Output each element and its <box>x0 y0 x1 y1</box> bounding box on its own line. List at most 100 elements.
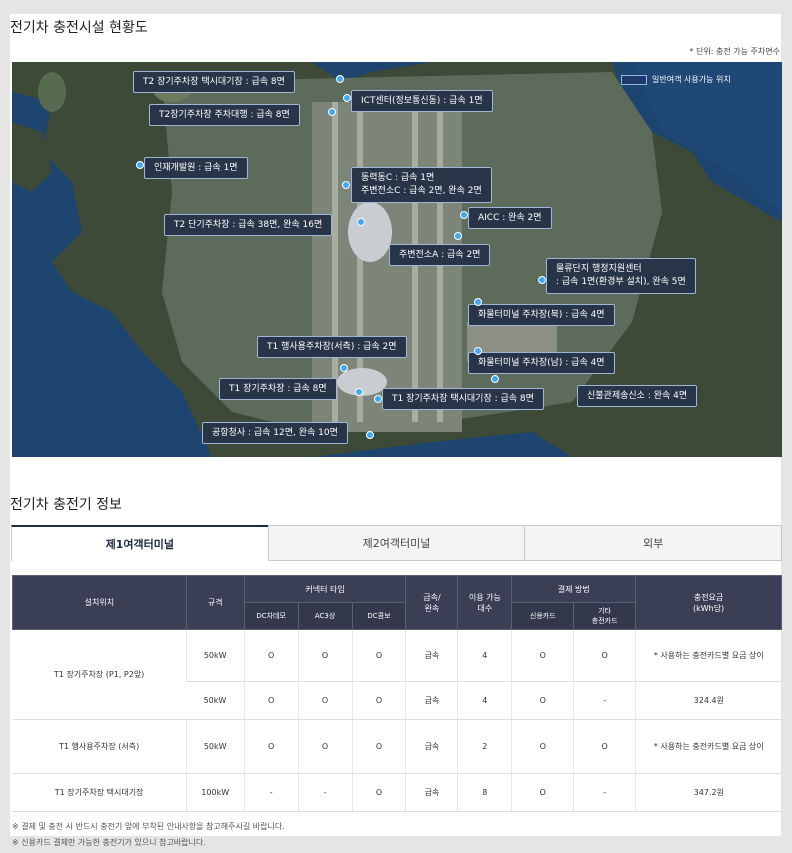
header-credit: 신용카드 <box>511 602 575 630</box>
map-label-cargo-n[interactable]: 화물터미널 주차장(북) : 급속 4면 <box>468 304 615 326</box>
header-fee: 충전요금 (kWh당) <box>635 575 782 630</box>
map-label-t1-admin[interactable]: T1 행사용주차장(서측) : 급속 2면 <box>257 336 407 358</box>
cell-credit: O <box>511 719 574 774</box>
tab-terminal-2[interactable]: 제2여객터미널 <box>267 525 526 561</box>
map-label-ict[interactable]: ICT센터(정보통신동) : 급속 1면 <box>351 90 493 112</box>
header-location: 설치위치 <box>12 575 187 630</box>
cell-other-card: - <box>573 773 636 812</box>
tab-terminal-1[interactable]: 제1여객터미널 <box>11 525 269 561</box>
map-label-line: 물류단지 행정지원센터 <box>556 264 642 274</box>
cell-count: 4 <box>457 629 512 682</box>
map-label-power-c[interactable]: 동력동C : 급속 1면 주변전소C : 급속 2면, 완속 2면 <box>351 167 492 203</box>
map-marker[interactable] <box>342 181 350 189</box>
map-label-t2-short[interactable]: T2 단기주차장 : 급속 38면, 완속 16면 <box>164 214 333 236</box>
table-row: T1 장기주차장 (P1, P2앞) 50kW O O O 급속 4 O O *… <box>12 629 782 720</box>
cell-ac3: O <box>297 719 353 774</box>
map-marker[interactable] <box>357 218 365 226</box>
cell-credit: O <box>511 773 574 812</box>
cell-fee: 347.2원 <box>635 773 782 812</box>
map-marker[interactable] <box>460 211 468 219</box>
table-row: T1 장기주차장 택시대기장 100kW - - O 급속 8 O - 347.… <box>12 773 782 812</box>
cell-dc-combo: O <box>351 629 406 682</box>
cell-credit: O <box>511 629 574 682</box>
map-label-office[interactable]: 공항청사 : 급속 12면, 완속 10면 <box>202 422 348 444</box>
map-marker[interactable] <box>355 388 363 396</box>
header-ac3: AC3상 <box>297 602 353 630</box>
map-marker[interactable] <box>336 75 344 83</box>
header-dc-combo: DC콤보 <box>351 602 407 630</box>
cell-other-card: - <box>573 681 636 720</box>
cell-spec: 50kW <box>186 681 245 720</box>
cell-fee: * 사용하는 충전카드별 요금 상이 <box>635 719 782 774</box>
cell-credit: O <box>511 681 574 720</box>
map-label-line: 주변전소C : 급속 2면, 완속 2면 <box>361 186 482 196</box>
cell-location: T1 장기주차장 택시대기장 <box>12 773 187 812</box>
map-label-cargo-s[interactable]: 화물터미널 주차장(남) : 급속 4면 <box>468 352 615 374</box>
cell-dc-combo: O <box>351 719 406 774</box>
map-marker[interactable] <box>538 276 546 284</box>
cell-speed: 급속 <box>405 773 458 812</box>
cell-other-card: O <box>573 629 636 682</box>
page-title: 전기차 충전시설 현황도 <box>10 20 148 36</box>
terminal-tabs: 제1여객터미널 제2여객터미널 외부 <box>11 525 783 561</box>
map-marker[interactable] <box>343 94 351 102</box>
map-marker[interactable] <box>366 431 374 439</box>
header-connector: 커넥터 타입 <box>243 575 407 603</box>
map-marker[interactable] <box>340 364 348 372</box>
cell-ac3: - <box>297 773 353 812</box>
map-marker[interactable] <box>491 375 499 383</box>
map-label-ctrl[interactable]: 신불관제송신소 : 완속 4면 <box>577 385 698 407</box>
cell-speed: 급속 <box>405 629 458 682</box>
map-label-t1-long[interactable]: T1 장기주차장 : 급속 8면 <box>219 378 337 400</box>
map-label-t2-valet[interactable]: T2장기주차장 주차대행 : 급속 8면 <box>149 104 300 126</box>
map-label-sub-a[interactable]: 주변전소A : 급속 2면 <box>389 244 491 266</box>
cell-spec: 100kW <box>185 773 245 812</box>
map-label-hr[interactable]: 인재개발원 : 급속 1면 <box>144 157 248 179</box>
map-legend: 일반여객 사용가능 위치 <box>621 74 731 85</box>
header-speed: 급속/ 완속 <box>405 575 459 630</box>
unit-note: * 단위: 충전 가능 주차면수 <box>689 47 780 56</box>
map-label-t1-taxi[interactable]: T1 장기주차장 택시대기장 : 급속 8면 <box>382 388 544 410</box>
cell-count: 4 <box>457 681 512 720</box>
map-marker[interactable] <box>454 232 462 240</box>
map-label-line: 동력동C : 급속 1면 <box>361 173 435 183</box>
legend-label: 일반여객 사용가능 위치 <box>652 75 731 84</box>
tab-external[interactable]: 외부 <box>524 525 783 561</box>
cell-count: 8 <box>457 773 512 812</box>
header-spec: 규격 <box>185 575 245 630</box>
map-label-logistics[interactable]: 물류단지 행정지원센터 : 급속 1면(환경부 설치), 완속 5면 <box>546 258 696 294</box>
cell-location: T1 행사용주차장 (서측) <box>12 719 187 774</box>
airport-map: 일반여객 사용가능 위치 T2 장기주차장 택시대기장 : 급속 8면 T2장기… <box>12 62 782 457</box>
header-count: 이용 가능 대수 <box>457 575 513 630</box>
map-label-t2-taxi[interactable]: T2 장기주차장 택시대기장 : 급속 8면 <box>133 71 295 93</box>
cell-fee: 324.4원 <box>635 681 782 720</box>
header-payment: 결제 방법 <box>511 575 637 603</box>
cell-fee: * 사용하는 충전카드별 요금 상이 <box>635 629 782 682</box>
section-title: 전기차 충전기 정보 <box>10 497 122 513</box>
cell-spec: 50kW <box>185 629 245 682</box>
cell-ac3: O <box>297 681 353 720</box>
cell-dc-combo: O <box>351 773 406 812</box>
cell-speed: 급속 <box>405 719 458 774</box>
map-label-aicc[interactable]: AICC : 완속 2면 <box>468 207 552 229</box>
map-marker[interactable] <box>374 395 382 403</box>
cell-speed: 급속 <box>405 681 458 720</box>
cell-other-card: O <box>573 719 636 774</box>
cell-dc-chademo: - <box>243 773 299 812</box>
map-marker[interactable] <box>474 347 482 355</box>
map-marker[interactable] <box>474 298 482 306</box>
map-marker[interactable] <box>328 108 336 116</box>
header-dc-chademo: DC차데모 <box>243 602 299 630</box>
table-row: T1 행사용주차장 (서측) 50kW O O O 급속 2 O O * 사용하… <box>12 719 782 774</box>
charger-table: 설치위치 규격 커넥터 타입 급속/ 완속 이용 가능 대수 결제 방법 충전요… <box>12 575 782 812</box>
cell-location: T1 장기주차장 (P1, P2앞) <box>12 629 187 720</box>
cell-dc-chademo: O <box>243 681 299 720</box>
cell-spec: 50kW <box>185 719 245 774</box>
note-payment: ※ 결제 및 충전 시 반드시 충전기 앞에 부착된 안내사항을 참고해주시길 … <box>12 822 285 831</box>
cell-count: 2 <box>457 719 512 774</box>
header-other-card: 기타 충전카드 <box>573 602 637 630</box>
note-credit: ※ 신용카드 결제만 가능한 충전기가 있으니 참고바랍니다. <box>12 838 206 847</box>
map-marker[interactable] <box>136 161 144 169</box>
cell-dc-combo: O <box>351 681 406 720</box>
map-label-line: : 급속 1면(환경부 설치), 완속 5면 <box>556 277 686 287</box>
